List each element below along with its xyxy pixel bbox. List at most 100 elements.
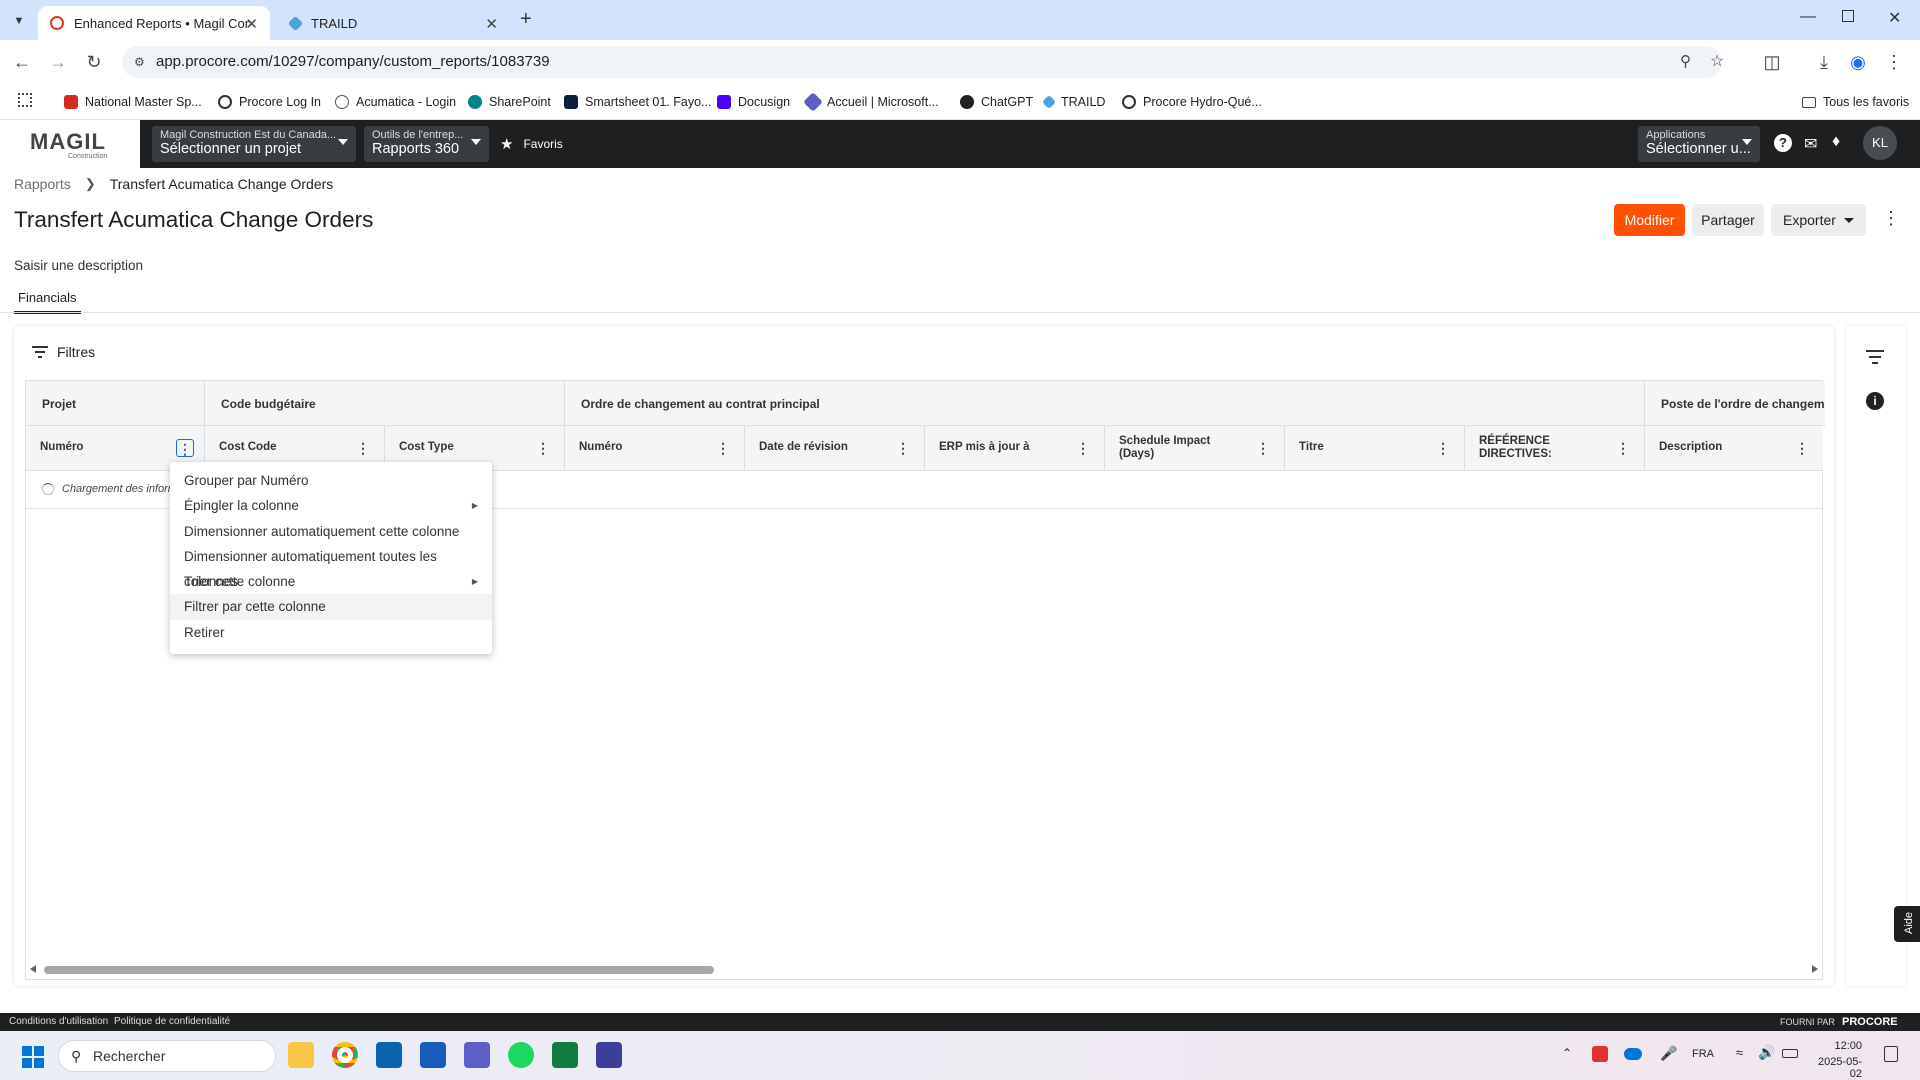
column-menu-kebab-icon[interactable]: ⋮ xyxy=(1074,439,1092,457)
menu-item-group-by[interactable]: Grouper par Numéro xyxy=(170,468,492,493)
more-options-icon[interactable]: ⋮ xyxy=(1882,208,1900,229)
scroll-left-icon[interactable] xyxy=(30,965,36,973)
apps-selector[interactable]: Applications Sélectionner u... xyxy=(1638,126,1760,162)
company-logo[interactable]: MAGIL Construction xyxy=(0,120,140,168)
column-header-numero-ordre[interactable]: Numéro ⋮ xyxy=(565,426,745,471)
bell-icon[interactable]: ♦ xyxy=(1832,133,1840,151)
column-menu-kebab-icon[interactable]: ⋮ xyxy=(1614,439,1632,457)
chrome-menu-icon[interactable]: ⋮ xyxy=(1882,50,1906,74)
forward-arrow-icon[interactable]: → xyxy=(46,50,70,74)
menu-item-filter[interactable]: Filtrer par cette colonne xyxy=(170,594,492,620)
bookmark-microsoft[interactable]: Accueil | Microsoft... xyxy=(803,92,939,112)
column-menu-kebab-icon[interactable]: ⋮ xyxy=(534,439,552,457)
avatar[interactable]: KL xyxy=(1863,126,1897,160)
horizontal-scrollbar[interactable] xyxy=(26,961,1822,979)
file-explorer-icon[interactable] xyxy=(288,1042,314,1068)
column-header-date-revision[interactable]: Date de révision ⋮ xyxy=(745,426,925,471)
bookmark-smartsheet[interactable]: Smartsheet 01. Fayo... xyxy=(564,92,711,112)
windows-start-icon[interactable] xyxy=(22,1046,44,1068)
spotify-icon[interactable] xyxy=(508,1042,534,1068)
address-bar[interactable]: ⚙ app.procore.com/10297/company/custom_r… xyxy=(122,46,1724,78)
close-window-icon[interactable]: ✕ xyxy=(1888,8,1901,28)
tab-financials[interactable]: Financials xyxy=(14,288,81,314)
chrome-icon[interactable] xyxy=(332,1042,358,1068)
clock-date[interactable]: 2025-05-02 xyxy=(1806,1056,1862,1080)
column-header-reference[interactable]: RÉFÉRENCE DIRECTIVES: ⋮ xyxy=(1465,426,1645,471)
scrollbar-thumb[interactable] xyxy=(44,966,714,974)
project-selector[interactable]: Magil Construction Est du Canada... Séle… xyxy=(152,126,356,162)
help-icon[interactable]: ? xyxy=(1774,134,1792,152)
minimize-icon[interactable]: — xyxy=(1800,8,1816,26)
wifi-icon[interactable]: ≈ xyxy=(1736,1045,1743,1060)
favorites-button[interactable]: ★ Favoris xyxy=(500,135,563,153)
onedrive-icon[interactable] xyxy=(1624,1048,1642,1060)
bookmark-national-master[interactable]: National Master Sp... xyxy=(64,92,202,112)
apps-grid-icon[interactable] xyxy=(18,93,32,107)
column-menu-kebab-icon[interactable]: ⋮ xyxy=(894,439,912,457)
column-menu-kebab-icon[interactable]: ⋮ xyxy=(1434,439,1452,457)
back-arrow-icon[interactable]: ← xyxy=(10,50,34,74)
bookmark-sharepoint[interactable]: SharePoint xyxy=(468,92,551,112)
menu-item-autosize-all[interactable]: Dimensionner automatiquement toutes les … xyxy=(170,544,492,589)
filter-lines-icon[interactable] xyxy=(1866,350,1884,364)
column-menu-kebab-icon[interactable]: ⋮ xyxy=(176,439,194,457)
bookmark-chatgpt[interactable]: ChatGPT xyxy=(960,92,1033,112)
tab-close-icon[interactable]: ✕ xyxy=(485,15,498,33)
excel-icon[interactable] xyxy=(552,1042,578,1068)
bookmark-acumatica[interactable]: Acumatica - Login xyxy=(335,92,456,112)
reload-icon[interactable]: ↻ xyxy=(82,50,106,74)
tool-selector[interactable]: Outils de l'entrep... Rapports 360 xyxy=(364,126,489,162)
menu-item-pin-column[interactable]: Épingler la colonne ▶ xyxy=(170,493,492,518)
terms-link[interactable]: Conditions d'utilisation xyxy=(9,1013,108,1031)
bookmark-procore-hydro[interactable]: Procore Hydro-Qué... xyxy=(1122,92,1262,112)
tab-close-icon[interactable]: ✕ xyxy=(245,15,258,33)
all-bookmarks[interactable]: Tous les favoris xyxy=(1802,92,1909,112)
outlook-icon[interactable] xyxy=(376,1042,402,1068)
zoom-icon[interactable]: ⚲ xyxy=(1680,46,1691,78)
app-icon[interactable] xyxy=(596,1042,622,1068)
tray-app-icon[interactable] xyxy=(1592,1046,1608,1062)
column-header-erp[interactable]: ERP mis à jour à ⋮ xyxy=(925,426,1105,471)
tab-search-chevron-icon[interactable]: ▼ xyxy=(10,12,28,30)
chevron-up-icon[interactable]: ⌃ xyxy=(1562,1046,1572,1060)
menu-item-autosize-column[interactable]: Dimensionner automatiquement cette colon… xyxy=(170,519,492,544)
filters-toggle[interactable]: Filtres xyxy=(32,344,95,360)
bookmark-traild[interactable]: TRAILD xyxy=(1041,92,1105,112)
browser-tab-enhanced-reports[interactable]: Enhanced Reports • Magil Cons ✕ xyxy=(38,6,270,40)
clock-time[interactable]: 12:00 xyxy=(1814,1040,1862,1052)
info-icon[interactable]: i xyxy=(1866,392,1884,410)
teams-icon[interactable] xyxy=(464,1042,490,1068)
bookmark-star-icon[interactable]: ☆ xyxy=(1710,46,1724,78)
column-header-titre[interactable]: Titre ⋮ xyxy=(1285,426,1465,471)
browser-tab-traild[interactable]: TRAILD ✕ xyxy=(278,6,510,40)
bookmark-docusign[interactable]: Docusign xyxy=(717,92,790,112)
column-menu-kebab-icon[interactable]: ⋮ xyxy=(714,439,732,457)
profile-icon[interactable]: ◉ xyxy=(1846,50,1870,74)
help-side-tab[interactable]: Aide xyxy=(1894,906,1920,942)
notification-icon[interactable] xyxy=(1884,1046,1898,1062)
taskbar-search[interactable]: ⚲ Rechercher xyxy=(58,1040,276,1072)
column-header-description[interactable]: Description ⋮ xyxy=(1645,426,1823,471)
column-menu-kebab-icon[interactable]: ⋮ xyxy=(354,439,372,457)
export-button[interactable]: Exporter xyxy=(1771,204,1866,236)
language-indicator[interactable]: FRA xyxy=(1692,1048,1714,1060)
extensions-icon[interactable]: ◫ xyxy=(1760,50,1784,74)
column-menu-kebab-icon[interactable]: ⋮ xyxy=(1254,439,1272,457)
menu-item-remove[interactable]: Retirer xyxy=(170,620,492,645)
microphone-icon[interactable]: 🎤 xyxy=(1660,1045,1677,1062)
site-info-icon[interactable]: ⚙ xyxy=(134,46,145,78)
description-field[interactable]: Saisir une description xyxy=(14,258,143,273)
breadcrumb-root-link[interactable]: Rapports xyxy=(14,176,71,192)
word-icon[interactable] xyxy=(420,1042,446,1068)
chat-icon[interactable]: ✉ xyxy=(1804,134,1817,154)
battery-icon[interactable] xyxy=(1782,1049,1798,1058)
column-menu-kebab-icon[interactable]: ⋮ xyxy=(1793,439,1811,457)
share-button[interactable]: Partager xyxy=(1692,204,1764,236)
column-header-schedule-impact[interactable]: Schedule Impact (Days) ⋮ xyxy=(1105,426,1285,471)
new-tab-plus-icon[interactable]: + xyxy=(520,8,532,31)
menu-item-sort[interactable]: Trier cette colonne ▶ xyxy=(170,569,492,594)
bookmark-procore-login[interactable]: Procore Log In xyxy=(218,92,321,112)
privacy-link[interactable]: Politique de confidentialité xyxy=(114,1013,230,1031)
edit-button[interactable]: Modifier xyxy=(1614,204,1685,236)
scroll-right-icon[interactable] xyxy=(1812,965,1818,973)
